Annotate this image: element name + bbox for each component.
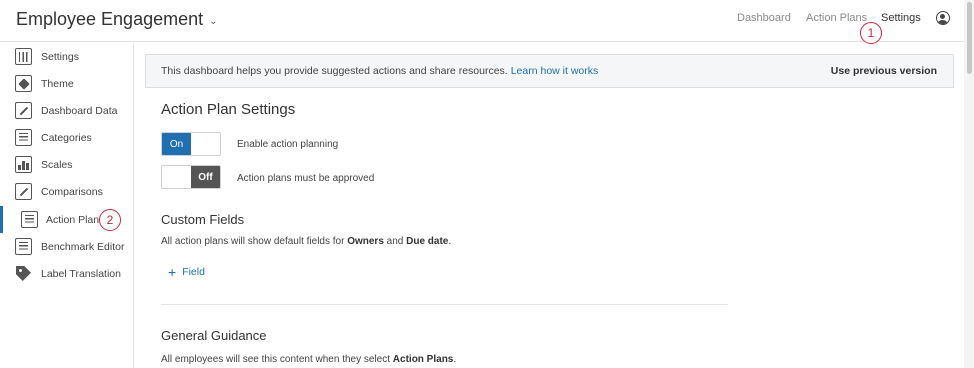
tag-hole	[19, 269, 22, 272]
enable-action-planning-label: Enable action planning	[237, 139, 339, 150]
paintbrush-icon	[15, 75, 32, 92]
plus-icon: +	[168, 264, 177, 280]
enable-action-planning-toggle[interactable]: On	[161, 132, 221, 156]
list-icon	[15, 238, 32, 255]
sidebar-item-label: Action Plans	[46, 213, 105, 226]
user-account-icon[interactable]	[936, 11, 950, 25]
callout-marker-1: 1	[860, 22, 882, 44]
sidebar-item-label: Benchmark Editor	[41, 240, 125, 253]
section-title-general-guidance: General Guidance	[161, 328, 267, 343]
tag-icon	[16, 266, 31, 281]
section-divider	[161, 304, 728, 305]
callout-marker-2: 2	[99, 209, 121, 231]
desc-text: .	[453, 354, 457, 365]
toggle-on-segment[interactable]: On	[162, 133, 191, 155]
sliders-icon	[15, 48, 32, 65]
sidebar-item-label-translation[interactable]: Label Translation	[0, 260, 133, 287]
top-header: Employee Engagement ⌄ Dashboard Action P…	[0, 0, 974, 42]
desc-text: All employees will see this content when…	[161, 354, 393, 365]
list-icon	[15, 129, 32, 146]
learn-more-link[interactable]: Learn how it works	[511, 65, 599, 77]
pencil-icon	[15, 183, 32, 200]
desc-text: and	[383, 236, 407, 247]
sidebar-item-label: Scales	[41, 158, 73, 171]
toggle-on-segment[interactable]	[162, 166, 191, 188]
sidebar-item-label: Dashboard Data	[41, 104, 118, 117]
owners-text: Owners	[347, 236, 384, 247]
approval-required-label: Action plans must be approved	[237, 173, 375, 184]
nav-dashboard[interactable]: Dashboard	[737, 12, 791, 24]
banner-text: This dashboard helps you provide suggest…	[161, 65, 508, 77]
desc-text: All action plans will show default field…	[161, 236, 348, 247]
chevron-down-icon: ⌄	[209, 15, 218, 27]
settings-sidebar: Settings Theme Dashboard Data Categories…	[0, 43, 134, 368]
pencil-icon	[15, 102, 32, 119]
add-field-label: Field	[182, 266, 205, 278]
due-date-text: Due date	[406, 236, 449, 247]
project-selector[interactable]: Employee Engagement ⌄	[16, 9, 218, 30]
toggle-off-segment[interactable]: Off	[191, 166, 220, 188]
sidebar-item-theme[interactable]: Theme	[0, 70, 133, 97]
section-title-custom-fields: Custom Fields	[161, 212, 245, 227]
scrollbar-thumb[interactable]	[967, 2, 972, 74]
bar-chart-icon	[15, 156, 32, 173]
sidebar-item-benchmark-editor[interactable]: Benchmark Editor	[0, 233, 133, 260]
info-banner: This dashboard helps you provide suggest…	[145, 54, 954, 88]
sidebar-item-dashboard-data[interactable]: Dashboard Data	[0, 97, 133, 124]
sidebar-item-label: Comparisons	[41, 185, 103, 198]
nav-action-plans[interactable]: Action Plans	[806, 12, 867, 24]
sidebar-item-label: Theme	[41, 77, 74, 90]
sidebar-item-settings[interactable]: Settings	[0, 43, 133, 70]
sidebar-item-comparisons[interactable]: Comparisons	[0, 178, 133, 205]
desc-text: .	[448, 236, 452, 247]
sidebar-item-label: Categories	[41, 131, 92, 144]
section-title-action-plan-settings: Action Plan Settings	[161, 101, 296, 118]
use-previous-version-link[interactable]: Use previous version	[831, 65, 937, 77]
project-title: Employee Engagement	[16, 9, 204, 29]
nav-settings[interactable]: Settings	[881, 12, 921, 24]
action-plans-text: Action Plans	[392, 354, 454, 365]
approval-required-toggle[interactable]: Off	[161, 165, 221, 189]
custom-fields-description: All action plans will show default field…	[161, 236, 451, 247]
sidebar-item-categories[interactable]: Categories	[0, 124, 133, 151]
sidebar-item-scales[interactable]: Scales	[0, 151, 133, 178]
clipboard-icon	[21, 211, 38, 228]
add-field-button[interactable]: + Field	[168, 264, 205, 280]
general-guidance-description: All employees will see this content when…	[161, 354, 456, 365]
toggle-off-segment[interactable]	[191, 133, 220, 155]
sidebar-item-label: Label Translation	[41, 267, 121, 280]
sidebar-item-label: Settings	[41, 50, 79, 63]
